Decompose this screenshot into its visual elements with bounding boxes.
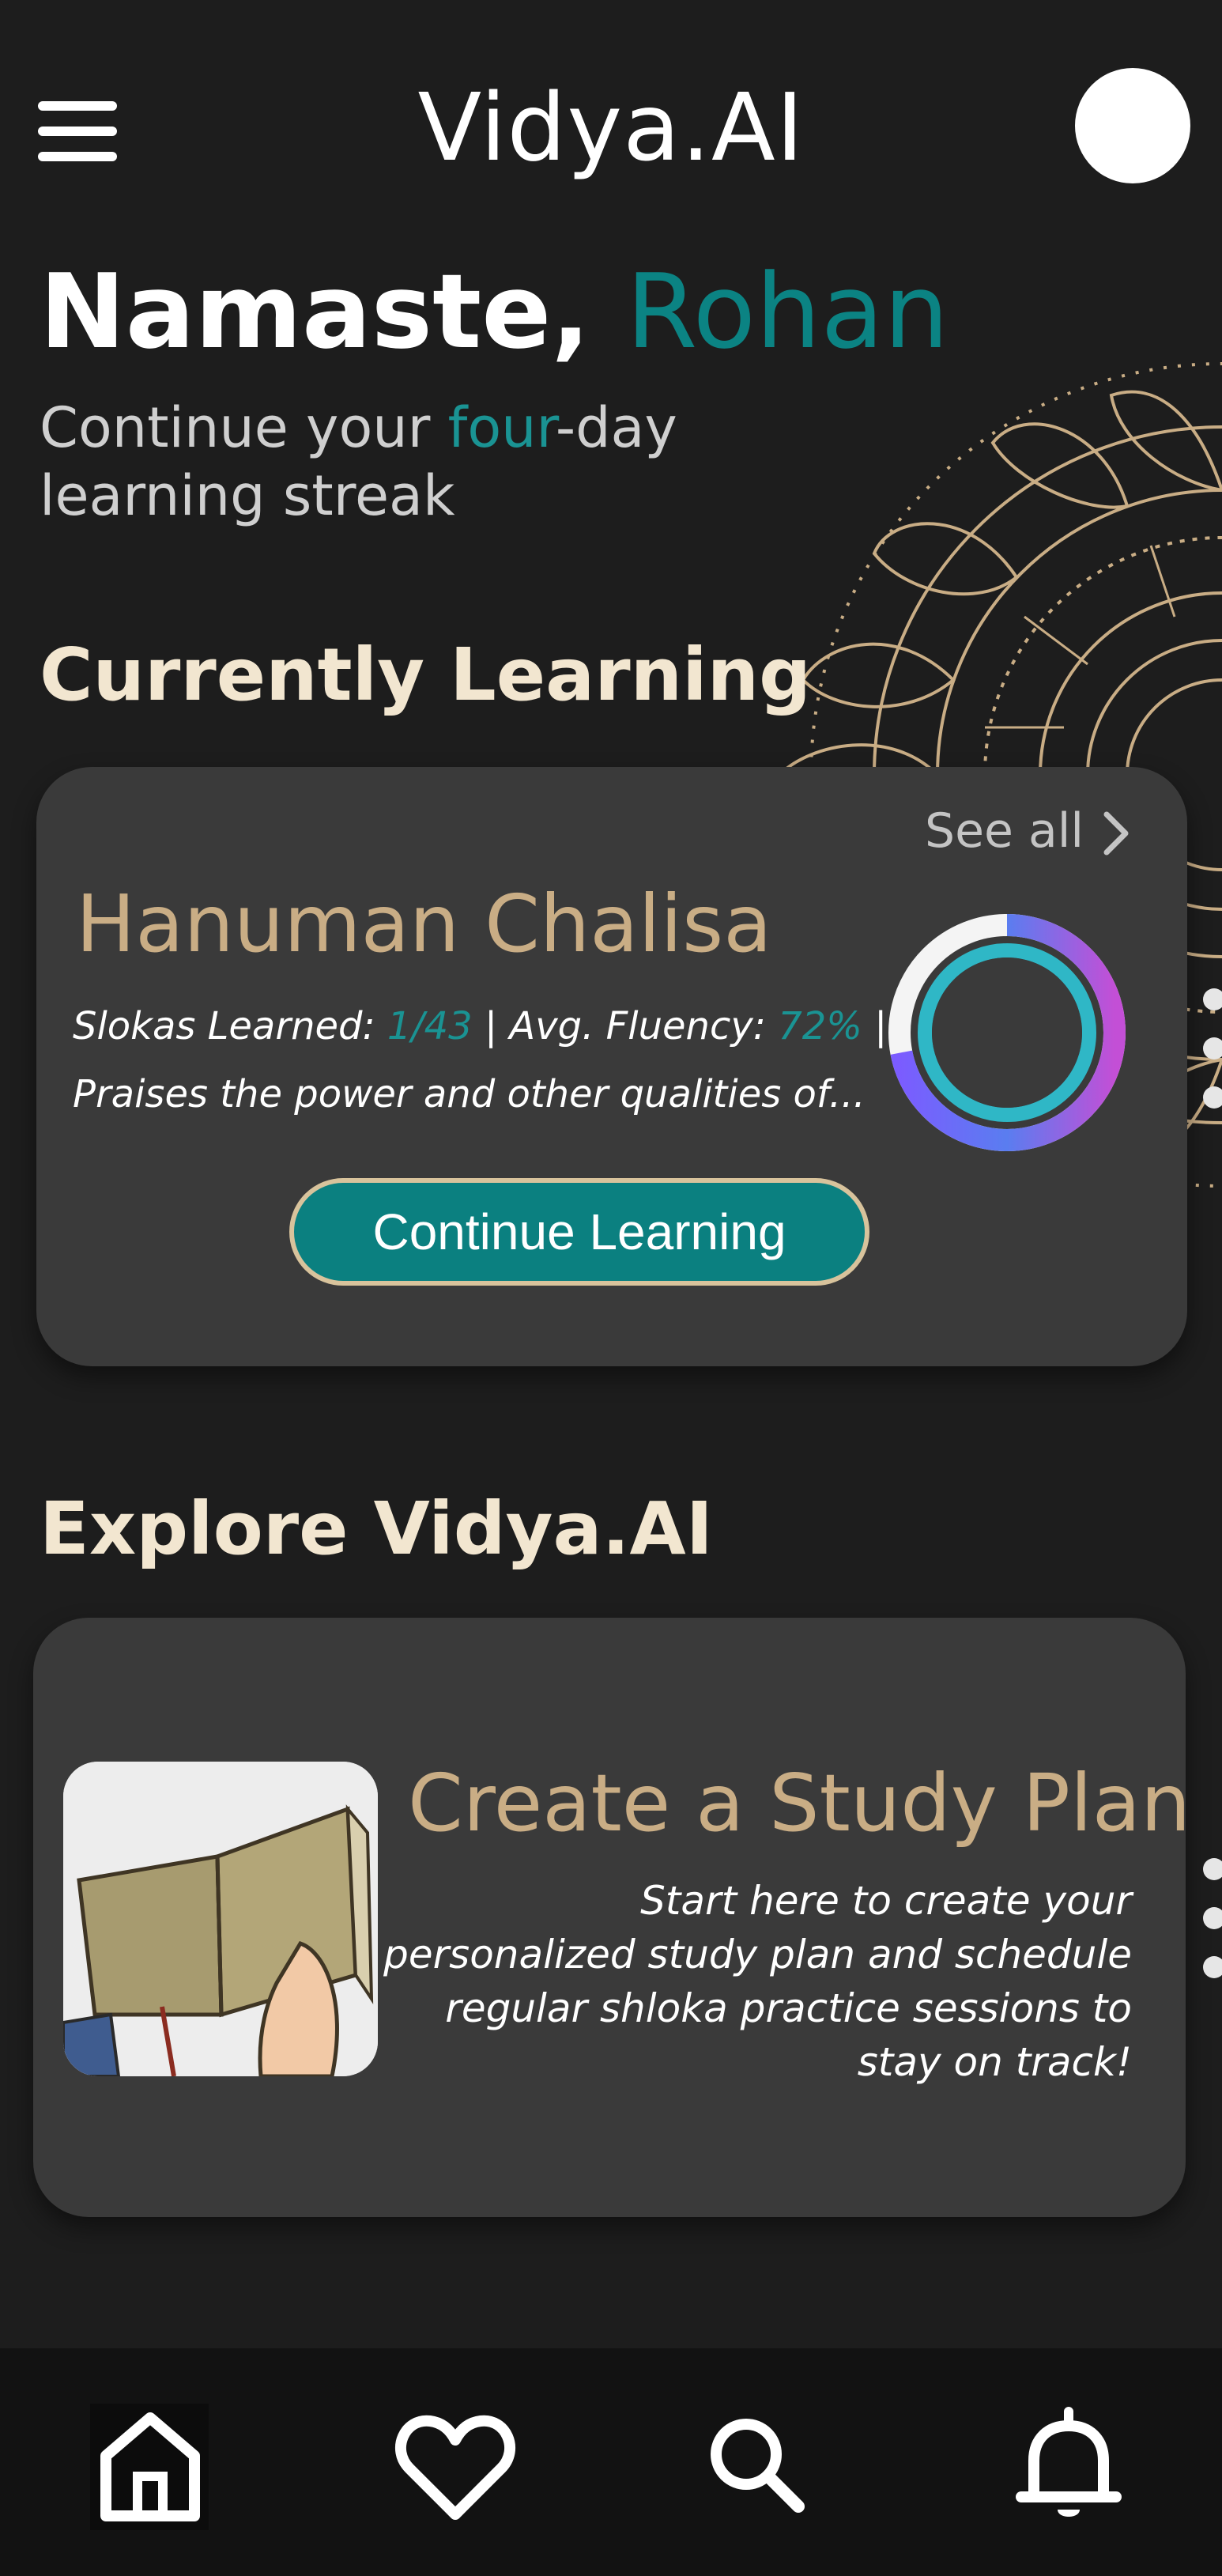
chevron-right-icon[interactable] — [1100, 810, 1132, 857]
study-plan-title: Create a Study Plan — [408, 1757, 1191, 1849]
course-title: Hanuman Chalisa — [76, 878, 772, 970]
heart-icon[interactable] — [392, 2404, 519, 2530]
greeting-heading: Namaste, Rohan — [40, 251, 949, 372]
greeting-prefix: Namaste, — [40, 251, 590, 372]
slokas-value: 1/43 — [387, 1004, 473, 1048]
streak-message: Continue your four-day learning streak — [40, 394, 677, 530]
continue-learning-button[interactable]: Continue Learning — [289, 1178, 869, 1286]
fluency-label: | Avg. Fluency: — [472, 1004, 779, 1048]
streak-suffix: -day — [555, 395, 677, 460]
carousel-dot[interactable] — [1203, 1858, 1222, 1880]
streak-text: Continue your — [40, 395, 448, 460]
slokas-label: Slokas Learned: — [73, 1004, 387, 1048]
carousel-dot[interactable] — [1203, 1907, 1222, 1929]
app-title: Vidya.AI — [417, 73, 805, 182]
course-description: Praises the power and other qualities of… — [73, 1072, 866, 1116]
currently-learning-title: Currently Learning — [40, 633, 812, 717]
explore-title: Explore Vidya.AI — [40, 1486, 713, 1571]
fluency-value: 72% — [778, 1004, 862, 1048]
course-stats: Slokas Learned: 1/43 | Avg. Fluency: 72%… — [73, 1004, 887, 1048]
streak-line2: learning streak — [40, 463, 455, 528]
bell-icon[interactable] — [1005, 2404, 1132, 2530]
fluency-progress-ring — [888, 914, 1126, 1151]
carousel-dot[interactable] — [1203, 988, 1222, 1010]
carousel-dot[interactable] — [1203, 1037, 1222, 1059]
profile-avatar[interactable] — [1075, 68, 1190, 183]
fluency-suffix: | — [862, 1004, 888, 1048]
home-icon[interactable] — [87, 2404, 213, 2530]
open-book-image — [63, 1762, 378, 2076]
carousel-dot[interactable] — [1203, 1086, 1222, 1109]
search-icon[interactable] — [696, 2404, 822, 2530]
see-all-link[interactable]: See all — [925, 803, 1084, 859]
greeting-user-name: Rohan — [626, 251, 949, 372]
study-plan-description: Start here to create your personalized s… — [383, 1878, 1132, 2085]
carousel-dot[interactable] — [1203, 1956, 1222, 1978]
streak-days: four — [447, 395, 556, 460]
